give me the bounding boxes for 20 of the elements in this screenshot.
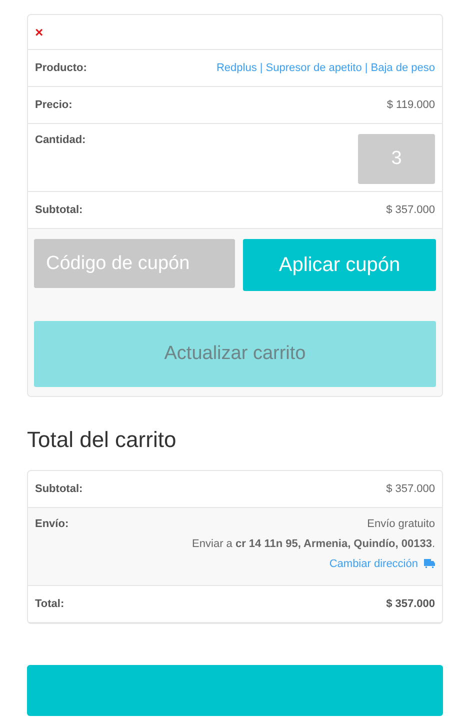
row-value: $ 357.000	[386, 483, 435, 495]
row-label: Envío:	[35, 518, 69, 530]
shipping-destination: Enviar a cr 14 11n 95, Armenia, Quindío, 00133.	[192, 538, 435, 550]
totals-heading: Total del carrito	[27, 427, 178, 453]
checkout-button[interactable]	[27, 665, 443, 716]
row-label: Subtotal:	[35, 204, 83, 216]
total-value: $ 357.000	[386, 598, 435, 610]
remove-item-button[interactable]: ×	[35, 24, 44, 40]
shipping-method: Envío gratuito	[367, 518, 435, 530]
row-label: Subtotal:	[35, 483, 83, 495]
row-label: Precio:	[35, 99, 72, 111]
product-link[interactable]: Redplus | Supresor de apetito | Baja de peso	[216, 62, 435, 74]
row-label: Cantidad:	[35, 134, 86, 146]
row-value: $ 357.000	[386, 204, 435, 216]
truck-icon	[424, 559, 435, 569]
row-value: $ 119.000	[386, 99, 435, 111]
change-address-link[interactable]: Cambiar dirección	[329, 558, 418, 570]
apply-coupon-button[interactable]: Aplicar cupón	[243, 239, 436, 291]
row-label: Total:	[35, 598, 64, 610]
row-label: Producto:	[35, 62, 87, 74]
